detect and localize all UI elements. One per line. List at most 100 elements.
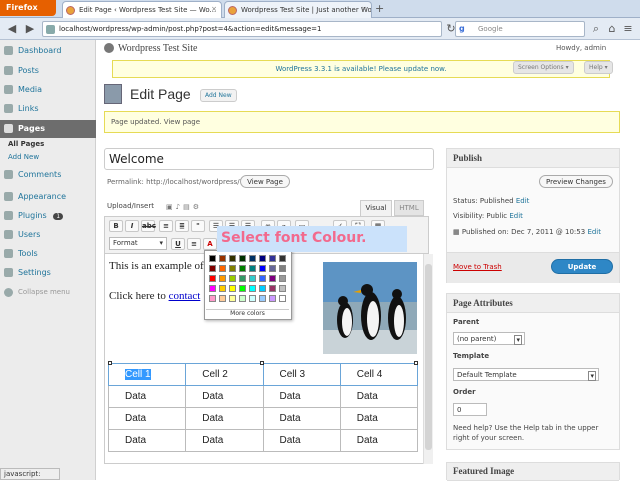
italic-button[interactable]: I	[125, 220, 139, 232]
table-cell[interactable]: Cell 2	[185, 363, 264, 386]
back-arrow-icon[interactable]: ◀	[4, 21, 20, 37]
color-swatch[interactable]	[269, 295, 276, 302]
sidebar-item-plugins[interactable]: Plugins 1	[0, 207, 96, 225]
editor-scrollbar[interactable]	[423, 254, 433, 464]
resize-handle[interactable]	[414, 361, 418, 365]
table-cell[interactable]: Data	[262, 407, 341, 430]
more-colors-link[interactable]: More colors	[206, 309, 289, 319]
close-icon[interactable]: ×	[361, 5, 367, 13]
sidebar-item-pages[interactable]: Pages	[0, 120, 96, 138]
strike-button[interactable]: abc	[141, 220, 156, 232]
site-name[interactable]: Wordpress Test Site	[118, 43, 197, 54]
resize-handle[interactable]	[108, 361, 112, 365]
search-input[interactable]: g Google	[455, 21, 585, 37]
color-swatch[interactable]	[279, 285, 286, 292]
edit-visibility-link[interactable]: Edit	[509, 212, 523, 220]
table-cell[interactable]: Data	[107, 407, 187, 430]
color-swatch[interactable]	[219, 255, 226, 262]
move-to-trash-link[interactable]: Move to Trash	[453, 263, 502, 271]
table-cell[interactable]: Cell 1	[107, 363, 187, 386]
bold-button[interactable]: B	[109, 220, 123, 232]
color-swatch[interactable]	[209, 255, 216, 262]
table-cell[interactable]: Data	[339, 407, 419, 430]
table-cell[interactable]: Data	[185, 429, 264, 452]
screen-options-button[interactable]: Screen Options ▾	[513, 61, 574, 74]
color-swatch[interactable]	[269, 265, 276, 272]
sidebar-item-appearance[interactable]: Appearance	[0, 188, 96, 206]
color-swatch[interactable]	[239, 295, 246, 302]
wordpress-logo-icon[interactable]	[104, 43, 114, 53]
help-button[interactable]: Help ▾	[584, 61, 613, 74]
forward-arrow-icon[interactable]: ▶	[22, 21, 38, 37]
edit-date-link[interactable]: Edit	[587, 228, 601, 236]
sidebar-item-dashboard[interactable]: Dashboard	[0, 42, 96, 60]
color-swatch[interactable]	[259, 255, 266, 262]
color-swatch[interactable]	[259, 275, 266, 282]
color-swatch[interactable]	[259, 295, 266, 302]
color-swatch[interactable]	[259, 265, 266, 272]
table-cell[interactable]: Data	[185, 385, 264, 408]
add-new-button[interactable]: Add New	[200, 89, 237, 102]
color-swatch[interactable]	[249, 255, 256, 262]
table-cell[interactable]: Data	[262, 385, 341, 408]
table-cell[interactable]: Data	[339, 429, 419, 452]
parent-select[interactable]: (no parent) ▾	[453, 332, 525, 345]
url-bar[interactable]: localhost/wordpress/wp-admin/post.php?po…	[42, 21, 442, 37]
scrollbar-thumb[interactable]	[425, 264, 432, 450]
close-icon[interactable]: ×	[211, 5, 217, 13]
color-swatch[interactable]	[279, 265, 286, 272]
color-swatch[interactable]	[219, 285, 226, 292]
update-button[interactable]: Update	[551, 259, 613, 274]
sidebar-item-settings[interactable]: Settings	[0, 264, 96, 282]
color-swatch[interactable]	[229, 285, 236, 292]
table-cell[interactable]: Data	[339, 385, 419, 408]
color-swatch[interactable]	[249, 285, 256, 292]
contact-link[interactable]: contact	[169, 290, 201, 302]
menu-icon[interactable]: ≡	[620, 21, 636, 37]
order-input[interactable]: 0	[453, 403, 487, 416]
color-swatch[interactable]	[209, 285, 216, 292]
table-cell[interactable]: Data	[107, 429, 187, 452]
color-swatch[interactable]	[269, 255, 276, 262]
resize-handle[interactable]	[260, 361, 264, 365]
template-select[interactable]: Default Template ▾	[453, 368, 599, 381]
color-swatch[interactable]	[229, 255, 236, 262]
color-swatch[interactable]	[209, 295, 216, 302]
color-swatch[interactable]	[219, 295, 226, 302]
color-swatch[interactable]	[219, 275, 226, 282]
submenu-all-pages[interactable]: All Pages	[8, 140, 44, 148]
table-cell[interactable]: Data	[107, 385, 187, 408]
home-icon[interactable]: ⌂	[604, 21, 620, 37]
color-swatch[interactable]	[219, 265, 226, 272]
color-swatch[interactable]	[269, 285, 276, 292]
table-cell[interactable]: Cell 3	[262, 363, 341, 386]
color-swatch[interactable]	[209, 275, 216, 282]
color-swatch[interactable]	[239, 265, 246, 272]
content-table[interactable]: Cell 1 Cell 2 Cell 3 Cell 4 Data Data Data Data…	[107, 363, 419, 452]
color-swatch[interactable]	[279, 275, 286, 282]
color-swatch[interactable]	[239, 285, 246, 292]
color-swatch[interactable]	[259, 285, 266, 292]
edit-status-link[interactable]: Edit	[516, 197, 530, 205]
justify-icon[interactable]: ≡	[187, 238, 201, 250]
color-swatch[interactable]	[239, 255, 246, 262]
publish-title[interactable]: Publish	[447, 149, 619, 168]
color-swatch[interactable]	[229, 275, 236, 282]
color-swatch[interactable]	[209, 265, 216, 272]
preview-changes-button[interactable]: Preview Changes	[539, 175, 613, 188]
tab-edit-page[interactable]: Edit Page ‹ Wordpress Test Site — Wo... …	[62, 1, 222, 18]
howdy-user[interactable]: Howdy, admin	[556, 44, 606, 52]
sidebar-item-comments[interactable]: Comments	[0, 166, 96, 184]
featured-image-title[interactable]: Featured Image	[447, 463, 619, 481]
firefox-menu-button[interactable]: Firefox	[0, 0, 56, 16]
color-swatch[interactable]	[229, 295, 236, 302]
font-color-button[interactable]: A	[203, 238, 217, 250]
color-swatch[interactable]	[249, 275, 256, 282]
color-swatch[interactable]	[269, 275, 276, 282]
number-list-icon[interactable]: ≣	[175, 220, 189, 232]
media-icons[interactable]: ▣♪▤⚙	[166, 203, 206, 211]
sidebar-item-posts[interactable]: Posts	[0, 62, 96, 80]
color-swatch[interactable]	[239, 275, 246, 282]
view-page-button[interactable]: View Page	[240, 175, 290, 188]
blockquote-icon[interactable]: "	[191, 220, 205, 232]
